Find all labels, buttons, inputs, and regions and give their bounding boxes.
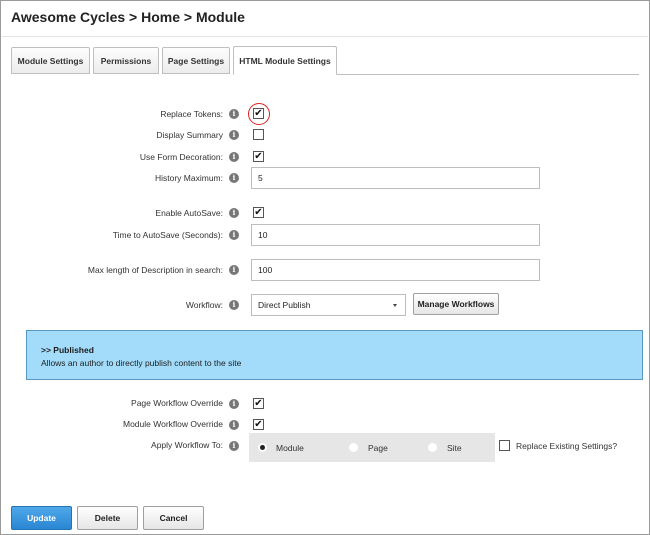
chevron-down-icon (393, 304, 397, 307)
radio-module[interactable] (257, 442, 268, 453)
display-summary-label: Display Summary (156, 130, 223, 140)
tab-permissions[interactable]: Permissions (93, 47, 159, 74)
tab-html-module-settings[interactable]: HTML Module Settings (233, 46, 337, 75)
info-icon[interactable]: i (229, 208, 239, 218)
workflow-select[interactable]: Direct Publish (251, 294, 406, 316)
replace-existing-checkbox[interactable] (499, 440, 510, 451)
tab-page-settings[interactable]: Page Settings (162, 47, 230, 74)
checkmark-icon: ✔ (254, 206, 263, 218)
tab-label: Page Settings (167, 55, 225, 66)
radio-site[interactable] (427, 442, 438, 453)
page-workflow-override-label: Page Workflow Override (131, 398, 223, 408)
time-to-autosave-label: Time to AutoSave (Seconds): (112, 230, 223, 240)
info-icon[interactable]: i (229, 441, 239, 451)
use-form-decoration-checkbox[interactable]: ✔ (253, 151, 264, 162)
tab-label: HTML Module Settings (239, 55, 331, 66)
replace-tokens-checkbox[interactable]: ✔ (253, 108, 264, 119)
max-length-description-label: Max length of Description in search: (87, 265, 223, 275)
checkmark-icon: ✔ (254, 397, 263, 409)
use-form-decoration-label: Use Form Decoration: (139, 152, 223, 162)
radio-page[interactable] (348, 442, 359, 453)
info-icon[interactable]: i (229, 399, 239, 409)
checkmark-icon: ✔ (254, 107, 263, 119)
notice-title: >> Published (41, 345, 94, 355)
max-length-description-input[interactable]: 100 (251, 259, 540, 281)
notice-description: Allows an author to directly publish con… (41, 358, 242, 368)
apply-workflow-radio-group: Module Page Site (249, 433, 495, 462)
breadcrumb: Awesome Cycles > Home > Module (11, 9, 245, 25)
info-icon[interactable]: i (229, 109, 239, 119)
title-divider (2, 36, 648, 37)
display-summary-checkbox[interactable] (253, 129, 264, 140)
info-icon[interactable]: i (229, 265, 239, 275)
workflow-notice: >> Published Allows an author to directl… (26, 330, 643, 380)
cancel-button[interactable]: Cancel (143, 506, 204, 530)
history-maximum-label: History Maximum: (154, 173, 223, 183)
tab-strip-divider (337, 74, 639, 75)
workflow-selected-value: Direct Publish (258, 300, 311, 310)
radio-page-label: Page (368, 443, 388, 453)
tab-label: Module Settings (17, 55, 84, 66)
info-icon[interactable]: i (229, 173, 239, 183)
info-icon[interactable]: i (229, 152, 239, 162)
tab-label: Permissions (100, 55, 152, 66)
info-icon[interactable]: i (229, 300, 239, 310)
workflow-label: Workflow: (185, 300, 223, 310)
radio-site-label: Site (447, 443, 462, 453)
info-icon[interactable]: i (229, 420, 239, 430)
tab-module-settings[interactable]: Module Settings (11, 47, 90, 74)
time-to-autosave-input[interactable]: 10 (251, 224, 540, 246)
info-icon[interactable]: i (229, 230, 239, 240)
update-button[interactable]: Update (11, 506, 72, 530)
checkmark-icon: ✔ (254, 418, 263, 430)
enable-autosave-checkbox[interactable]: ✔ (253, 207, 264, 218)
history-maximum-input[interactable]: 5 (251, 167, 540, 189)
apply-workflow-to-label: Apply Workflow To: (151, 440, 223, 450)
enable-autosave-label: Enable AutoSave: (155, 208, 223, 218)
manage-workflows-button[interactable]: Manage Workflows (413, 293, 499, 315)
delete-button[interactable]: Delete (77, 506, 138, 530)
replace-tokens-label: Replace Tokens: (160, 109, 223, 119)
page-workflow-override-checkbox[interactable]: ✔ (253, 398, 264, 409)
radio-module-label: Module (276, 443, 304, 453)
replace-existing-label: Replace Existing Settings? (516, 441, 618, 451)
module-workflow-override-label: Module Workflow Override (123, 419, 223, 429)
checkmark-icon: ✔ (254, 150, 263, 162)
module-workflow-override-checkbox[interactable]: ✔ (253, 419, 264, 430)
info-icon[interactable]: i (229, 130, 239, 140)
module-settings-window: Awesome Cycles > Home > Module Module Se… (0, 0, 650, 535)
